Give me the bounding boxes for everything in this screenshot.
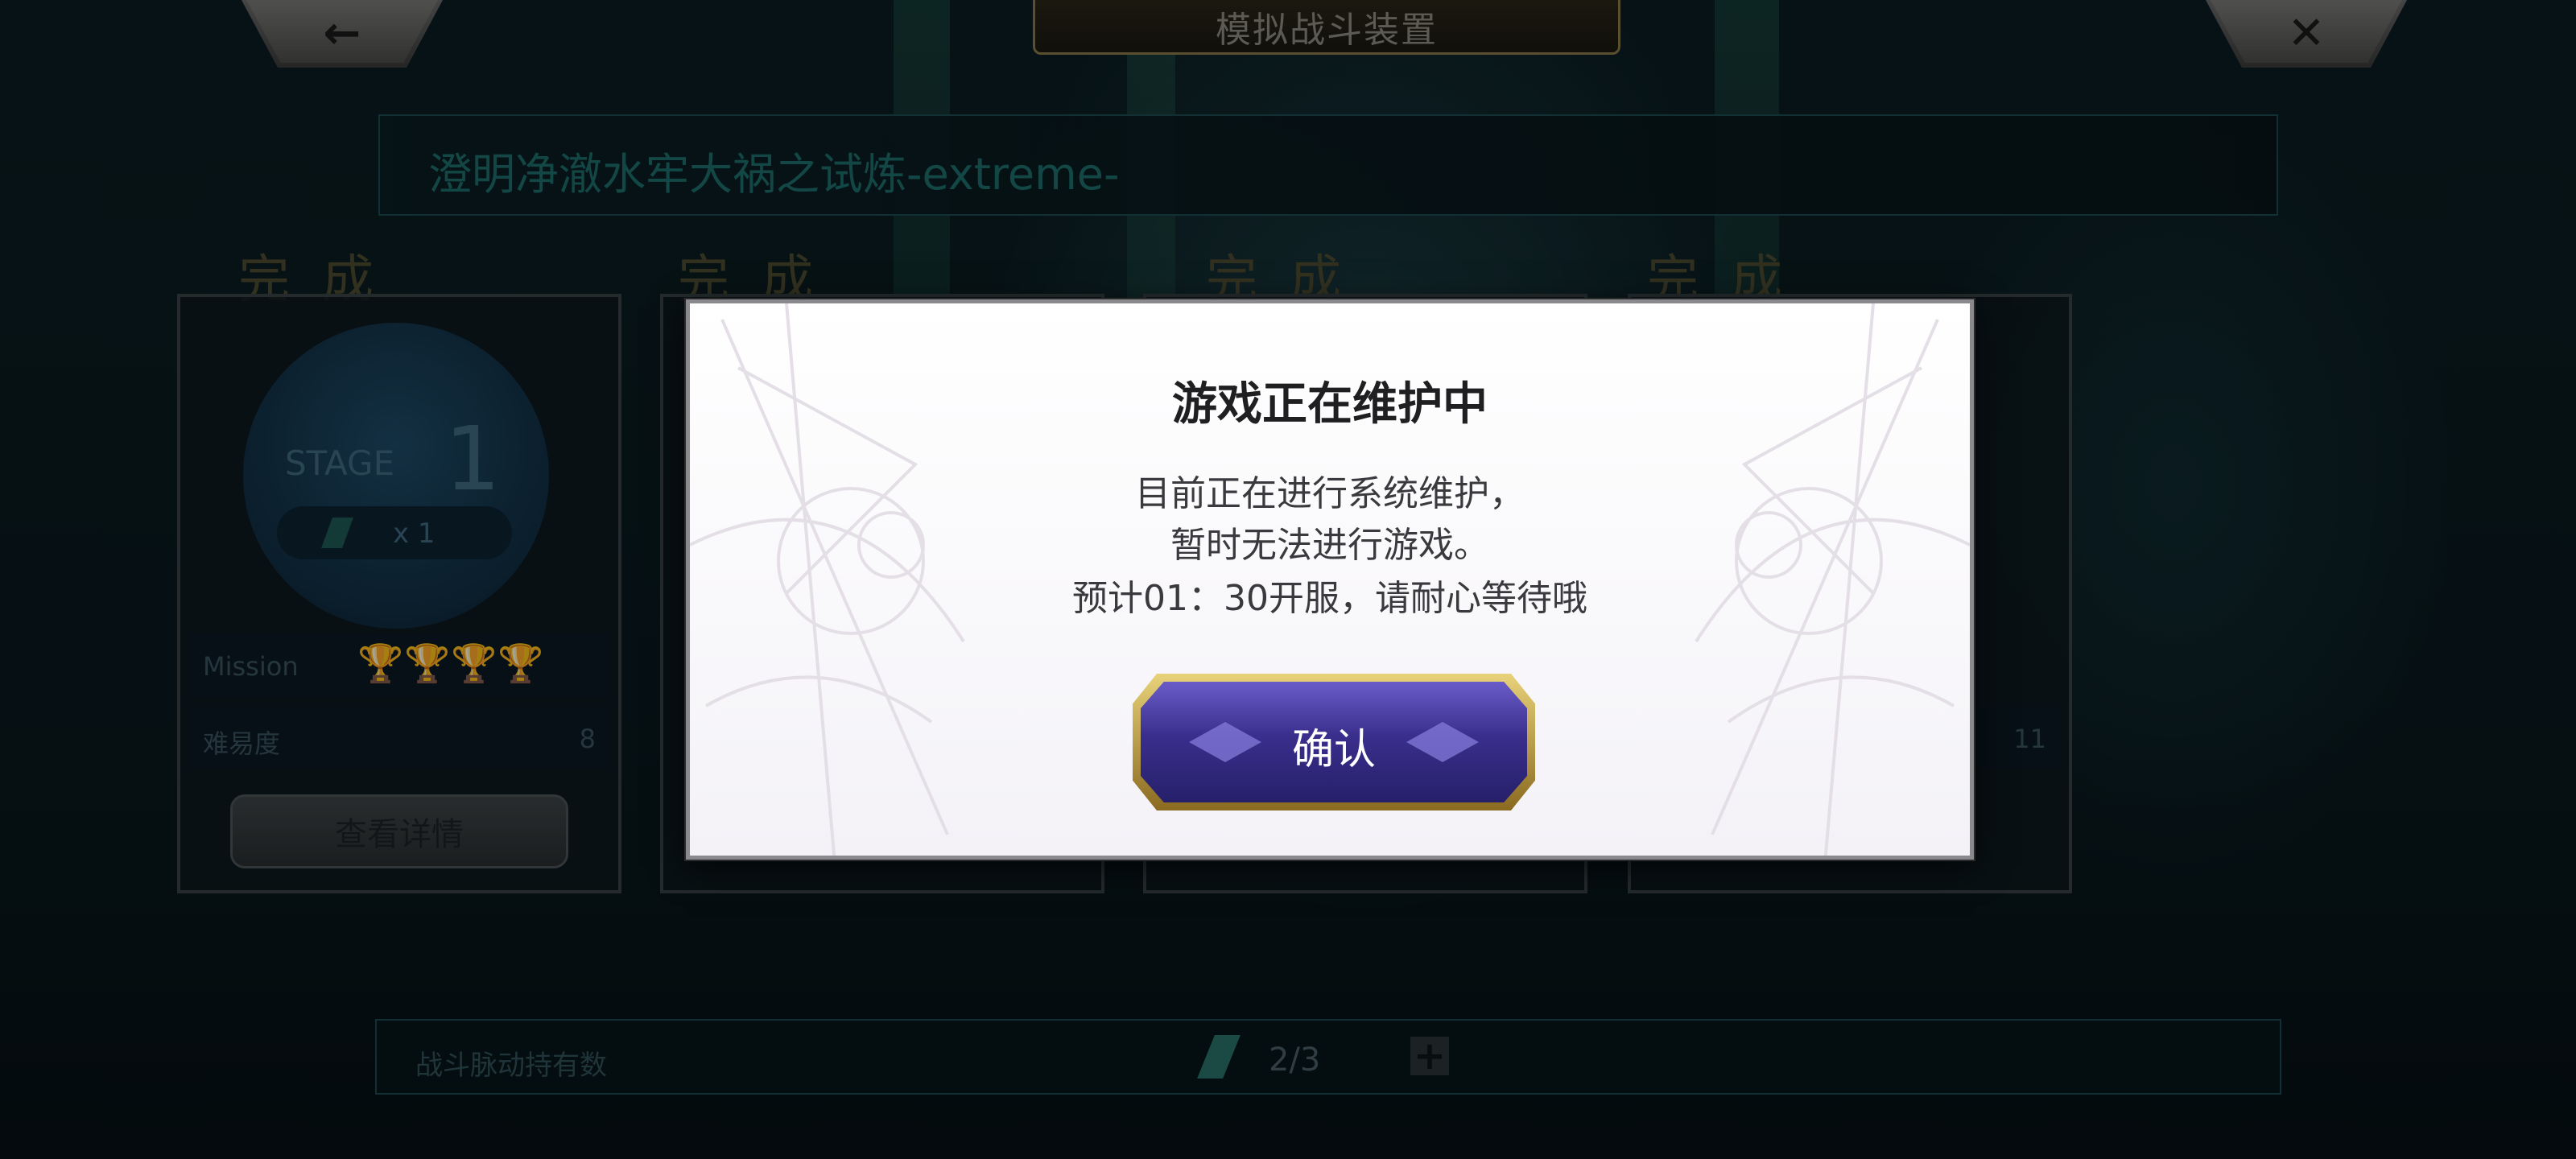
confirm-label: 确认 (1291, 726, 1376, 774)
dialog-message-line: 目前正在进行系统维护， (1135, 473, 1525, 514)
confirm-button[interactable]: 确认 (1133, 674, 1535, 810)
maintenance-dialog: 游戏正在维护中 目前正在进行系统维护， 暂时无法进行游戏。 预计01：30开服，… (686, 299, 1974, 860)
dialog-message-line: 暂时无法进行游戏。 (1170, 525, 1489, 566)
dialog-title: 游戏正在维护中 (1172, 378, 1488, 431)
dialog-message-line: 预计01：30开服，请耐心等待哦 (1072, 578, 1587, 619)
